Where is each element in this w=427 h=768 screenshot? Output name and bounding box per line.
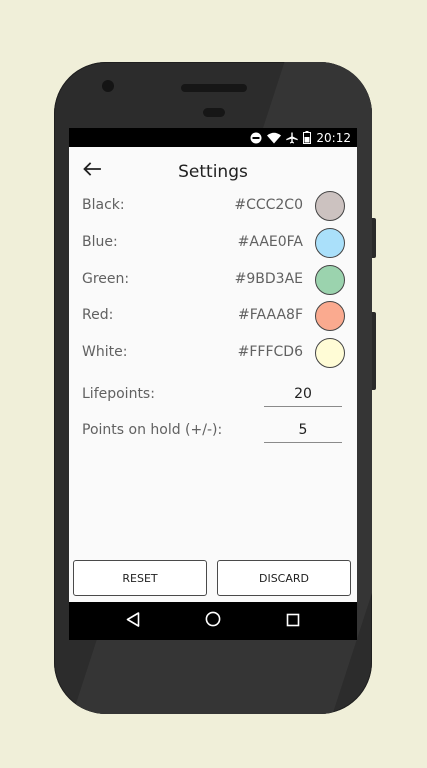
color-label: Blue: — [82, 234, 118, 250]
color-label: Black: — [82, 197, 125, 213]
front-camera — [102, 80, 114, 92]
color-swatch-white[interactable] — [315, 338, 345, 368]
color-row-black: Black: #CCC2C0 — [69, 188, 357, 224]
color-label: Green: — [82, 271, 130, 287]
page-title: Settings — [178, 162, 248, 182]
wifi-icon — [267, 132, 282, 144]
screen: 20:12 Settings Black: #CCC2C0 Blue: #AAE… — [69, 128, 357, 640]
color-row-green: Green: #9BD3AE — [69, 262, 357, 298]
status-bar: 20:12 — [69, 128, 357, 147]
color-label: Red: — [82, 307, 114, 323]
status-time: 20:12 — [316, 130, 351, 145]
color-swatch-black[interactable] — [315, 191, 345, 221]
nav-recents-button[interactable] — [282, 610, 304, 632]
nav-recents-icon — [286, 612, 300, 631]
nav-home-button[interactable] — [202, 610, 224, 632]
lifepoints-input[interactable] — [264, 382, 342, 407]
color-row-blue: Blue: #AAE0FA — [69, 225, 357, 261]
points-on-hold-label: Points on hold (+/-): — [82, 422, 223, 438]
nav-back-icon — [126, 611, 140, 631]
color-hex-value: #FFFCD6 — [237, 344, 303, 360]
nav-home-icon — [205, 611, 221, 631]
color-label: White: — [82, 344, 128, 360]
color-hex-value: #FAAA8F — [238, 307, 303, 323]
color-hex-value: #9BD3AE — [234, 271, 303, 287]
reset-button[interactable]: RESET — [73, 560, 207, 596]
battery-icon — [303, 131, 312, 144]
points-on-hold-row: Points on hold (+/-): — [69, 413, 357, 447]
power-button — [372, 218, 376, 258]
color-hex-value: #AAE0FA — [237, 234, 303, 250]
points-on-hold-input[interactable] — [264, 418, 342, 443]
navigation-bar — [69, 602, 357, 640]
lifepoints-label: Lifepoints: — [82, 386, 155, 402]
color-row-red: Red: #FAAA8F — [69, 298, 357, 334]
color-swatch-red[interactable] — [315, 301, 345, 331]
volume-button — [372, 312, 376, 390]
proximity-sensor — [203, 108, 225, 117]
color-swatch-blue[interactable] — [315, 228, 345, 258]
color-row-white: White: #FFFCD6 — [69, 335, 357, 371]
airplane-icon — [286, 132, 299, 144]
lifepoints-row: Lifepoints: — [69, 377, 357, 411]
nav-back-button[interactable] — [122, 610, 144, 632]
do-not-disturb-icon — [250, 132, 262, 144]
earpiece-speaker — [181, 84, 247, 92]
color-hex-value: #CCC2C0 — [234, 197, 303, 213]
discard-button[interactable]: DISCARD — [217, 560, 351, 596]
color-swatch-green[interactable] — [315, 265, 345, 295]
